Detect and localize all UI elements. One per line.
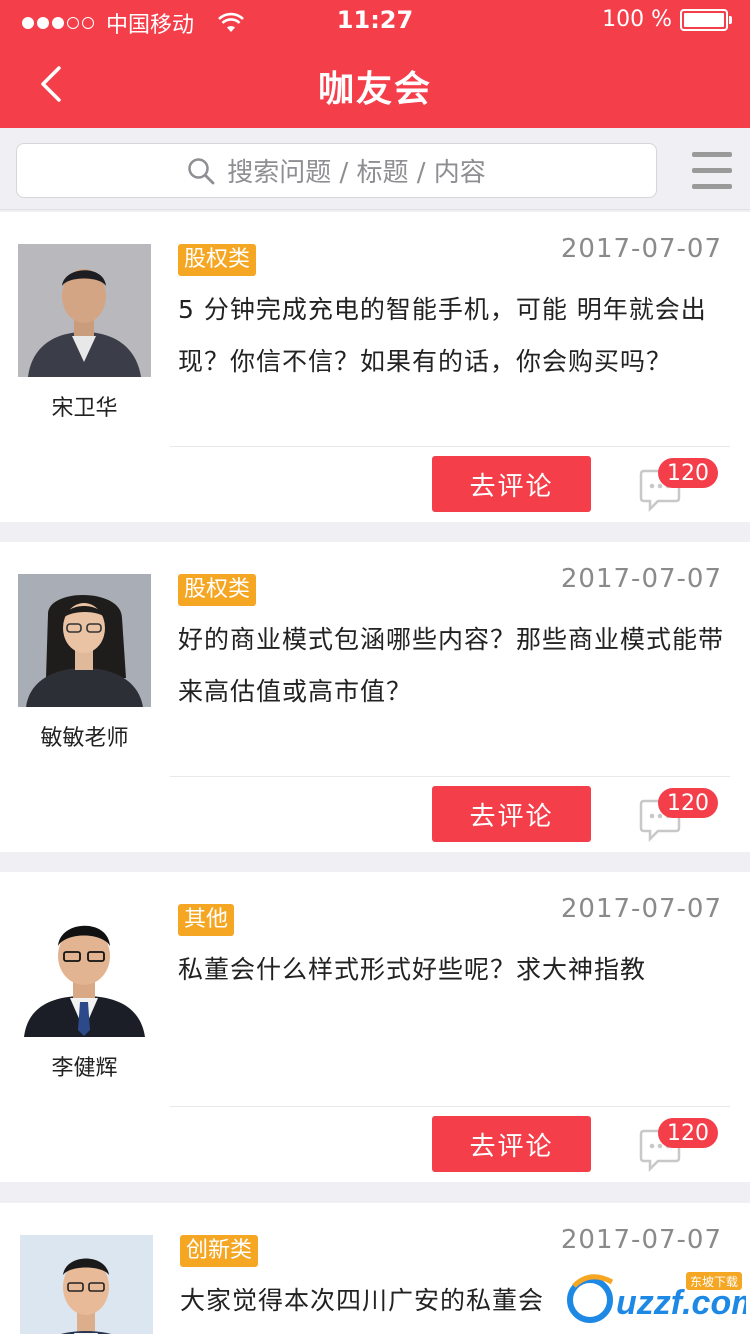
avatar[interactable] [18, 904, 151, 1037]
status-right: 100 % [602, 7, 732, 32]
menu-button[interactable] [692, 152, 732, 192]
divider [170, 776, 730, 777]
top-bar: 中国移动 11:27 100 % 咖友会 [0, 0, 750, 128]
avatar-photo [18, 904, 151, 1037]
comment-button[interactable]: 去评论 [432, 786, 591, 842]
search-icon [188, 157, 215, 184]
post-date: 2017-07-07 [560, 894, 722, 924]
search-placeholder: 搜索问题 / 标题 / 内容 [227, 158, 486, 188]
post-date: 2017-07-07 [560, 234, 722, 264]
comment-count-badge: 120 [658, 788, 718, 818]
avatar[interactable] [20, 1235, 153, 1334]
post-card[interactable]: 宋卫华 股权类 2017-07-07 5 分钟完成充电的智能手机，可能 明年就会… [0, 212, 750, 522]
svg-text:东坡下载: 东坡下载 [690, 1275, 738, 1289]
uzzf-logo: uzzf.com 东坡下载 [567, 1272, 746, 1323]
post-date: 2017-07-07 [560, 1225, 722, 1255]
author-name: 李健辉 [51, 1056, 118, 1081]
search-input[interactable]: 搜索问题 / 标题 / 内容 [16, 143, 657, 198]
post-card[interactable]: 敏敏老师 股权类 2017-07-07 好的商业模式包涵哪些内容？那些商业模式能… [0, 542, 750, 852]
divider [170, 446, 730, 447]
avatar[interactable] [18, 244, 151, 377]
avatar-photo [18, 574, 151, 707]
comment-button[interactable]: 去评论 [432, 456, 591, 512]
question-text[interactable]: 好的商业模式包涵哪些内容？那些商业模式能带来高估值或高市值？ [178, 614, 726, 718]
category-tag: 其他 [178, 904, 235, 936]
question-text[interactable]: 私董会什么样式形式好些呢？求大神指教 [178, 944, 726, 996]
divider [170, 1106, 730, 1107]
category-tag: 股权类 [178, 244, 257, 276]
menu-icon-bar [692, 168, 732, 173]
comment-count-badge: 120 [658, 458, 718, 488]
category-tag: 股权类 [178, 574, 257, 606]
post-card[interactable]: 李健辉 其他 2017-07-07 私董会什么样式形式好些呢？求大神指教 去评论… [0, 872, 750, 1182]
battery-icon [680, 8, 732, 31]
category-tag: 创新类 [180, 1235, 259, 1267]
avatar-photo [18, 244, 151, 377]
menu-icon-bar [692, 184, 732, 189]
search-row: 搜索问题 / 标题 / 内容 [0, 128, 750, 210]
avatar-photo [20, 1235, 153, 1334]
author-name: 敏敏老师 [40, 726, 129, 751]
author-name: 宋卫华 [51, 396, 118, 421]
battery-percent: 100 % [602, 7, 672, 32]
post-date: 2017-07-07 [560, 564, 722, 594]
menu-icon-bar [692, 152, 732, 157]
comment-count-badge: 120 [658, 1118, 718, 1148]
comment-button[interactable]: 去评论 [432, 1116, 591, 1172]
question-text[interactable]: 5 分钟完成充电的智能手机，可能 明年就会出现？你信不信？如果有的话，你会购买吗… [178, 284, 726, 388]
nav-bar: 咖友会 [0, 40, 750, 128]
page-title: 咖友会 [317, 69, 432, 110]
status-bar: 中国移动 11:27 100 % [0, 0, 750, 40]
avatar[interactable] [18, 574, 151, 707]
